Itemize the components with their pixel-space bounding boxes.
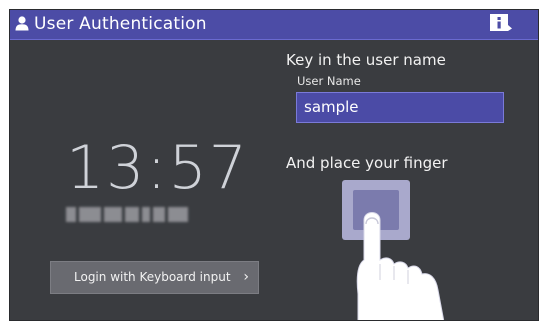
chevron-right-icon: ›: [243, 269, 249, 285]
login-keyboard-button[interactable]: Login with Keyboard input ›: [50, 261, 259, 294]
clock-time: 13:57: [66, 133, 249, 203]
fingerprint-sensor-icon: [342, 180, 445, 320]
auth-screen: User Authentication 13:57 Login with Key…: [9, 9, 539, 321]
page-title: User Authentication: [34, 14, 207, 34]
login-keyboard-label: Login with Keyboard input: [74, 270, 231, 284]
finger-prompt: And place your finger: [286, 154, 448, 172]
date-text-blurred: [66, 207, 196, 222]
username-prompt: Key in the user name: [286, 51, 446, 69]
username-input[interactable]: sample: [296, 92, 504, 123]
title-bar: User Authentication: [10, 10, 538, 40]
info-icon[interactable]: [490, 14, 512, 33]
user-icon: [15, 16, 29, 31]
username-label: User Name: [297, 74, 361, 88]
